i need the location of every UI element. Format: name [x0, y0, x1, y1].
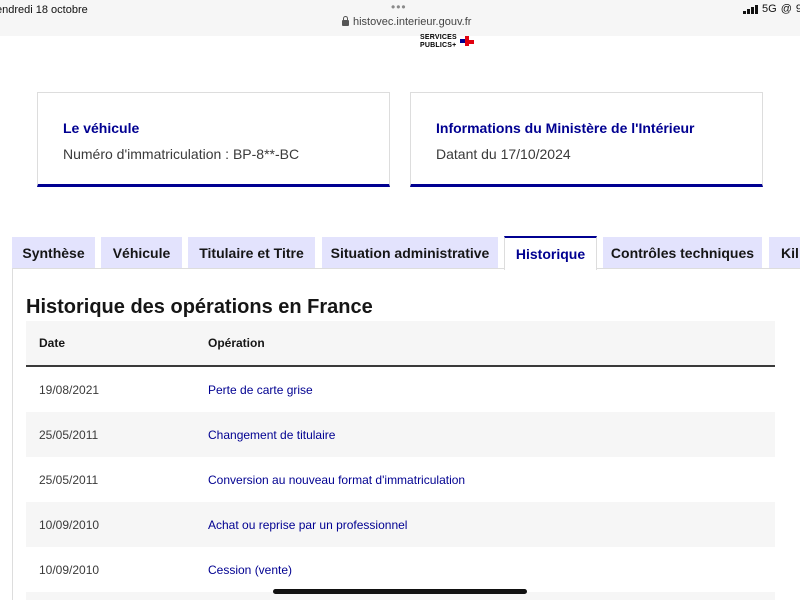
row-date: 25/05/2011 [39, 473, 99, 487]
page-title: Historique des opérations en France [26, 296, 373, 318]
vehicle-card-title: Le véhicule [63, 120, 140, 136]
services-publics-logo[interactable]: SERVICES PUBLICS+ [420, 34, 474, 50]
table-row: 10/09/2010 Cession (vente) [26, 547, 775, 592]
row-operation: Perte de carte grise [208, 383, 313, 397]
battery-label: 9 [795, 3, 800, 15]
logo-text: SERVICES PUBLICS+ [420, 34, 457, 49]
tab-kilometrage[interactable]: Kil [769, 237, 800, 269]
address-bar[interactable]: histovec.interieur.gouv.fr [342, 16, 471, 28]
table-row: 25/05/2011 Conversion au nouveau format … [26, 457, 775, 502]
more-dots-icon[interactable]: ••• [391, 0, 407, 14]
tab-situation-administrative[interactable]: Situation administrative [322, 237, 498, 269]
table-row: 10/09/2010 Achat ou reprise par un profe… [26, 502, 775, 547]
column-header-date: Date [39, 336, 66, 350]
history-table: Date Opération 19/08/2021 Perte de carte… [26, 321, 775, 600]
signal-icon [743, 4, 759, 14]
tab-divider [597, 268, 800, 269]
table-row: 19/08/2021 Perte de carte grise [26, 367, 775, 412]
tab-bar: Synthèse Véhicule Titulaire et Titre Sit… [0, 236, 800, 270]
row-operation: Conversion au nouveau format d'immatricu… [208, 473, 466, 487]
network-label: 5G [762, 3, 777, 15]
tab-vehicule[interactable]: Véhicule [101, 237, 182, 269]
ministry-card: Informations du Ministère de l'Intérieur… [410, 92, 763, 187]
row-operation: Achat ou reprise par un professionnel [208, 518, 408, 532]
row-date: 10/09/2010 [39, 563, 100, 577]
tab-divider [12, 268, 504, 269]
ministry-card-title: Informations du Ministère de l'Intérieur [436, 120, 695, 136]
url-text: histovec.interieur.gouv.fr [353, 16, 472, 28]
table-row: 25/05/2011 Changement de titulaire [26, 412, 775, 457]
hotspot-icon: @ [780, 3, 792, 15]
row-date: 19/08/2021 [39, 383, 100, 397]
tab-titulaire[interactable]: Titulaire et Titre [188, 237, 315, 269]
vehicle-card: Le véhicule Numéro d'immatriculation : B… [37, 92, 390, 187]
browser-status-bar: endredi 18 octobre ••• histovec.interieu… [0, 0, 800, 36]
row-date: 10/09/2010 [39, 518, 100, 532]
status-date: endredi 18 octobre [0, 4, 88, 16]
status-indicators: 5G @ 9 [743, 3, 800, 15]
tab-historique[interactable]: Historique [504, 236, 597, 270]
data-date: Datant du 17/10/2024 [436, 146, 571, 162]
table-header: Date Opération [26, 321, 775, 367]
tab-controles-techniques[interactable]: Contrôles techniques [603, 237, 762, 269]
cross-logo-icon [459, 34, 474, 48]
lock-icon [342, 16, 349, 26]
registration-number: Numéro d'immatriculation : BP-8**-BC [63, 146, 300, 162]
panel-border [12, 268, 13, 600]
row-operation: Cession (vente) [208, 563, 293, 577]
home-indicator[interactable] [273, 589, 527, 594]
column-header-operation: Opération [208, 336, 265, 350]
row-operation: Changement de titulaire [208, 428, 336, 442]
tab-synthese[interactable]: Synthèse [12, 237, 95, 269]
row-date: 25/05/2011 [39, 428, 99, 442]
